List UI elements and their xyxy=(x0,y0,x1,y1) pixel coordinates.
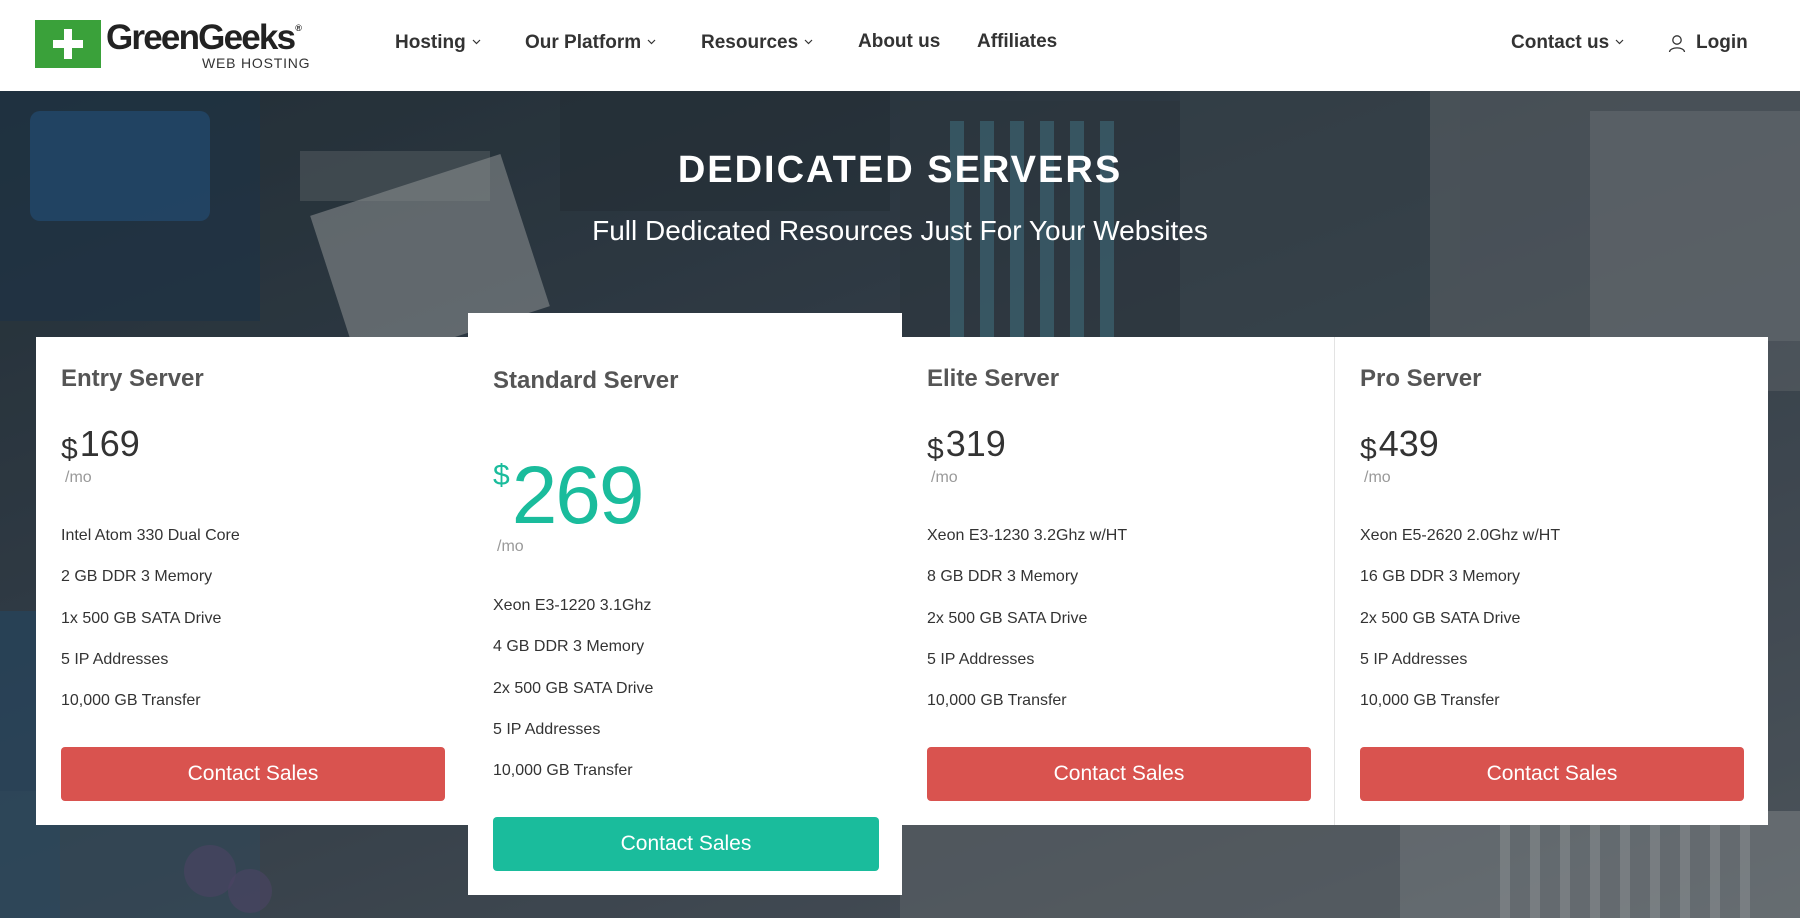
chevron-down-icon xyxy=(472,37,481,46)
contact-sales-button[interactable]: Contact Sales xyxy=(927,747,1311,801)
feature-item: Xeon E5-2620 2.0Ghz w/HT xyxy=(1360,527,1561,544)
login-label: Login xyxy=(1696,32,1748,53)
price-period: /mo xyxy=(65,469,92,486)
feature-list: Intel Atom 330 Dual Core 2 GB DDR 3 Memo… xyxy=(61,527,240,733)
price-period: /mo xyxy=(931,469,958,486)
logo-subtitle: WEB HOSTING xyxy=(202,55,311,71)
logo-name: GreenGeeks xyxy=(106,18,296,57)
plan-name: Entry Server xyxy=(61,365,204,392)
feature-item: 8 GB DDR 3 Memory xyxy=(927,568,1079,586)
hero-title: DEDICATED SERVERS xyxy=(677,149,1123,191)
feature-item: Xeon E3-1220 3.1Ghz xyxy=(493,597,652,614)
feature-item: 5 IP Addresses xyxy=(1360,650,1468,668)
nav-contact-us-label: Contact us xyxy=(1511,32,1610,53)
logo-registered-mark: ® xyxy=(295,23,302,33)
nav-resources-label: Resources xyxy=(701,32,799,53)
feature-item: 16 GB DDR 3 Memory xyxy=(1360,568,1521,586)
plan-price: $ 169 xyxy=(61,423,140,467)
plan-name: Elite Server xyxy=(927,365,1060,392)
nav-hosting[interactable]: Hosting xyxy=(395,32,481,54)
nav-about-us[interactable]: About us xyxy=(858,31,940,53)
price-period: /mo xyxy=(497,538,524,555)
plan-price: $ 319 xyxy=(927,423,1006,467)
feature-item: 2x 500 GB SATA Drive xyxy=(493,679,654,697)
feature-list: Xeon E5-2620 2.0Ghz w/HT 16 GB DDR 3 Mem… xyxy=(1360,527,1560,733)
feature-item: 5 IP Addresses xyxy=(493,720,601,738)
feature-item: 1x 500 GB SATA Drive xyxy=(61,609,222,627)
price-currency: $ xyxy=(1360,433,1377,466)
plan-card-elite: Elite Server $ 319 /mo Xeon E3-1230 3.2G… xyxy=(902,337,1334,825)
feature-list: Xeon E3-1220 3.1Ghz 4 GB DDR 3 Memory 2x… xyxy=(493,597,653,803)
price-amount: 319 xyxy=(945,423,1006,464)
plan-card-entry: Entry Server $ 169 /mo Intel Atom 330 Du… xyxy=(36,337,468,825)
feature-item: 2x 500 GB SATA Drive xyxy=(1360,609,1521,627)
hero-subtitle: Full Dedicated Resources Just For Your W… xyxy=(592,215,1208,246)
nav-affiliates[interactable]: Affiliates xyxy=(977,31,1057,53)
contact-sales-button[interactable]: Contact Sales xyxy=(1360,747,1744,801)
plus-icon xyxy=(35,20,101,68)
feature-item: 5 IP Addresses xyxy=(61,650,169,668)
nav-resources[interactable]: Resources xyxy=(701,32,813,54)
price-amount: 169 xyxy=(79,423,140,464)
user-icon xyxy=(1668,34,1686,53)
chevron-down-icon xyxy=(647,37,656,46)
contact-sales-button[interactable]: Contact Sales xyxy=(493,817,879,871)
feature-item: Intel Atom 330 Dual Core xyxy=(61,527,240,544)
feature-list: Xeon E3-1230 3.2Ghz w/HT 8 GB DDR 3 Memo… xyxy=(927,527,1127,733)
feature-item: 4 GB DDR 3 Memory xyxy=(493,638,645,656)
chevron-down-icon xyxy=(1615,37,1624,46)
price-currency: $ xyxy=(61,433,78,466)
feature-item: 10,000 GB Transfer xyxy=(493,762,633,780)
plan-name: Standard Server xyxy=(493,367,679,394)
price-currency: $ xyxy=(493,459,510,492)
feature-item: 2 GB DDR 3 Memory xyxy=(61,568,213,586)
site-header: GreenGeeks ® WEB HOSTING Hosting Our Pla… xyxy=(0,0,1800,91)
nav-our-platform[interactable]: Our Platform xyxy=(525,32,656,54)
feature-item: 5 IP Addresses xyxy=(927,650,1035,668)
price-amount: 439 xyxy=(1378,423,1439,464)
feature-item: 10,000 GB Transfer xyxy=(61,692,201,710)
plan-card-pro: Pro Server $ 439 /mo Xeon E5-2620 2.0Ghz… xyxy=(1335,337,1768,825)
plan-name: Pro Server xyxy=(1360,365,1482,392)
price-period: /mo xyxy=(1364,469,1391,486)
greengeeks-logo[interactable]: GreenGeeks ® WEB HOSTING xyxy=(35,20,310,70)
price-amount: 269 xyxy=(511,450,645,541)
nav-our-platform-label: Our Platform xyxy=(525,32,642,53)
price-currency: $ xyxy=(927,433,944,466)
nav-affiliates-label: Affiliates xyxy=(977,31,1058,52)
feature-item: Xeon E3-1230 3.2Ghz w/HT xyxy=(927,527,1128,544)
nav-hosting-label: Hosting xyxy=(395,32,466,53)
plan-price: $ 269 xyxy=(493,450,645,541)
plan-price: $ 439 xyxy=(1360,423,1439,467)
nav-about-us-label: About us xyxy=(858,31,941,52)
chevron-down-icon xyxy=(804,37,813,46)
feature-item: 10,000 GB Transfer xyxy=(927,692,1067,710)
nav-contact-us[interactable]: Contact us xyxy=(1511,32,1624,54)
feature-item: 10,000 GB Transfer xyxy=(1360,692,1500,710)
plan-card-standard: Standard Server $ 269 /mo Xeon E3-1220 3… xyxy=(468,313,902,895)
login-link[interactable]: Login xyxy=(1668,32,1748,54)
feature-item: 2x 500 GB SATA Drive xyxy=(927,609,1088,627)
contact-sales-button[interactable]: Contact Sales xyxy=(61,747,445,801)
